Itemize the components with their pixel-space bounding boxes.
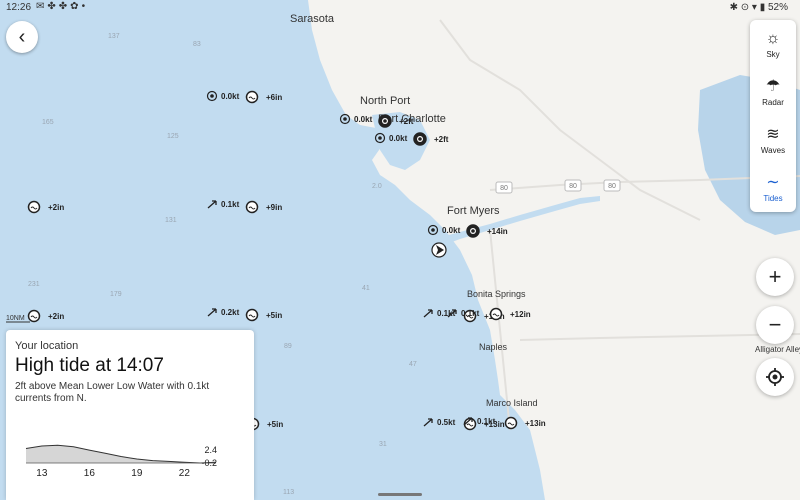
current-speed: 0.0kt (354, 115, 373, 124)
depth-sounding: 137 (108, 33, 120, 40)
tide-height: +5in (266, 311, 282, 320)
status-bar: 12:26 ✉✤✤✿• ✱ ⊙ ▾ ▮ 52% (0, 0, 800, 16)
road-number: 80 (569, 183, 577, 190)
tide-info-panel[interactable]: Your location High tide at 14:07 2ft abo… (6, 330, 254, 500)
minus-icon: − (768, 312, 782, 337)
depth-sounding: 41 (362, 285, 370, 292)
zoom-in-button[interactable]: + (756, 258, 794, 296)
chevron-left-icon: ‹ (18, 25, 26, 48)
city-label: North Port (360, 95, 410, 107)
tide-gauge-icon (245, 308, 259, 322)
depth-sounding: 125 (167, 133, 179, 140)
back-button[interactable]: ‹ (6, 21, 38, 53)
caloosahatchee-river (430, 196, 600, 248)
slack-current-dot (431, 228, 435, 232)
gesture-bar[interactable] (378, 493, 422, 496)
current-speed: 0.5kt (437, 418, 456, 427)
depth-sounding: 31 (379, 441, 387, 448)
tide-height: +2ft (399, 117, 414, 126)
my-location-button[interactable] (756, 358, 794, 396)
tide-height: +9in (266, 203, 282, 212)
tide-chart: 13 16 19 22 2.4 -0.2 (25, 444, 217, 479)
x-tick-label: 22 (179, 468, 191, 479)
dot-icon: • (81, 1, 89, 12)
mail-icon: ✉ (36, 1, 48, 12)
tide-gauge-icon (27, 200, 41, 214)
y-max-label: 2.4 (204, 445, 217, 455)
slack-current-dot (378, 136, 382, 140)
tide-height: +6in (266, 93, 282, 102)
x-tick-label: 16 (84, 468, 96, 479)
current-speed: 0.2kt (221, 308, 240, 317)
tide-gauge-center (383, 119, 387, 123)
plus-icon: + (768, 264, 782, 289)
layer-sky[interactable]: ☼ Sky (750, 20, 796, 68)
city-label: Naples (479, 342, 508, 352)
layer-waves[interactable]: ≋ Waves (750, 116, 796, 164)
layer-tides-label: Tides (763, 193, 783, 203)
city-label: Bonita Springs (467, 289, 526, 299)
tide-height: +13in (525, 419, 546, 428)
tide-height: +2ft (434, 135, 449, 144)
x-tick-label: 19 (131, 468, 143, 479)
scale-label: 10NM (6, 315, 25, 322)
tide-area (26, 445, 216, 463)
depth-sounding: 2.0 (372, 183, 382, 190)
user-location-icon (431, 242, 447, 258)
current-speed: 0.1kt (461, 309, 480, 318)
waves-icon: ≋ (766, 125, 780, 143)
layer-selector: ☼ Sky ☂ Radar ≋ Waves ∼ Tides (750, 20, 796, 212)
depth-sounding: 89 (284, 343, 292, 350)
city-label: Marco Island (486, 398, 538, 408)
tide-gauge-icon (245, 200, 259, 214)
pinwheel-icon: ✤ (58, 1, 71, 12)
rain-cloud-icon: ☂ (765, 77, 781, 95)
photos-icon: ✿ (70, 1, 82, 12)
zoom-out-button[interactable]: − (756, 306, 794, 344)
slack-current-dot (210, 94, 214, 98)
sun-icon: ☼ (765, 29, 781, 47)
tide-gauge-icon (245, 90, 259, 104)
tide-height: +12in (510, 310, 531, 319)
tide-height: +2in (48, 312, 64, 321)
current-speed: 0.0kt (221, 92, 240, 101)
depth-sounding: 113 (283, 489, 294, 496)
city-label: Fort Myers (447, 205, 500, 217)
x-tick-label: 13 (36, 468, 48, 479)
y-min-label: -0.2 (201, 458, 217, 468)
tide-gauge-icon (27, 309, 41, 323)
tide-height: +2in (48, 203, 64, 212)
layer-radar-label: Radar (762, 97, 784, 107)
depth-sounding: 131 (165, 217, 177, 224)
pinwheel-icon: ✤ (47, 1, 59, 12)
current-speed: 0.1kt (477, 417, 496, 426)
road-number: 80 (608, 183, 616, 190)
slack-current-dot (343, 117, 347, 121)
status-time: 12:26 (6, 2, 32, 13)
tide-gauge-center (471, 229, 475, 233)
layer-radar[interactable]: ☂ Radar (750, 68, 796, 116)
depth-sounding: 179 (110, 291, 122, 298)
city-label: Alligator Alley (755, 345, 800, 354)
tide-height: +5in (267, 420, 283, 429)
depth-sounding: 231 (28, 281, 40, 288)
layer-sky-label: Sky (766, 49, 780, 59)
tide-icon: ∼ (766, 173, 780, 191)
road-number: 80 (500, 185, 508, 192)
current-speed: 0.0kt (389, 134, 408, 143)
layer-tides[interactable]: ∼ Tides (750, 164, 796, 212)
depth-sounding: 47 (409, 361, 417, 368)
tide-gauge-center (418, 137, 422, 141)
tide-gauge-icon (489, 307, 503, 321)
status-right: ✱ ⊙ ▾ ▮ 52% (729, 2, 788, 13)
current-speed: 0.0kt (442, 226, 461, 235)
depth-sounding: 165 (42, 119, 54, 126)
depth-sounding: 83 (193, 41, 201, 48)
crosshair-icon (766, 368, 784, 386)
layer-waves-label: Waves (760, 145, 786, 155)
tide-gauge-icon (504, 416, 518, 430)
status-notification-icons: ✉✤✤✿• (36, 1, 88, 12)
current-speed: 0.1kt (221, 200, 240, 209)
tide-height: +14in (487, 227, 508, 236)
